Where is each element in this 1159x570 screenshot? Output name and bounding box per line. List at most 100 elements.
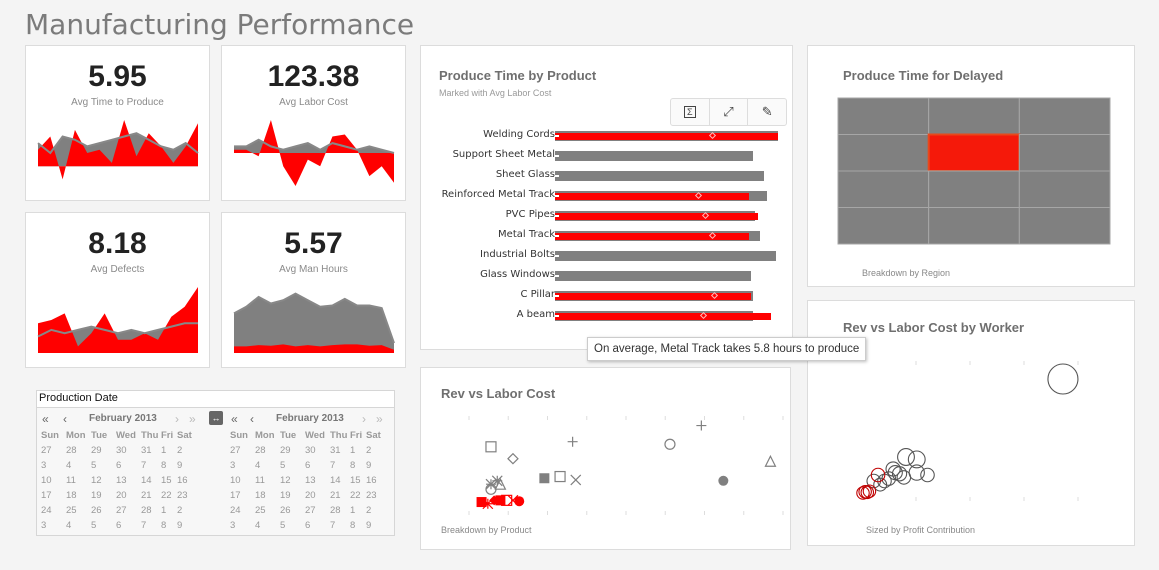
bar-row[interactable]: Metal Track bbox=[421, 229, 794, 242]
calendar-day[interactable]: 5 bbox=[278, 518, 303, 533]
calendar-day[interactable]: 3 bbox=[39, 458, 64, 473]
calendar-day[interactable]: 4 bbox=[64, 458, 89, 473]
calendar-day[interactable]: 8 bbox=[159, 518, 175, 533]
bar-produce-time[interactable] bbox=[555, 171, 765, 181]
calendar-day[interactable]: 21 bbox=[139, 488, 159, 503]
calendar-day[interactable]: 21 bbox=[328, 488, 348, 503]
calendar-day[interactable]: 2 bbox=[175, 503, 197, 518]
calendar-day[interactable]: 27 bbox=[228, 443, 253, 458]
calendar-day[interactable]: 8 bbox=[348, 458, 364, 473]
calendar-day[interactable]: 5 bbox=[278, 458, 303, 473]
summary-button[interactable]: Σ bbox=[671, 99, 710, 125]
calendar-day[interactable]: 22 bbox=[348, 488, 364, 503]
calendar-day[interactable]: 26 bbox=[278, 503, 303, 518]
calendar-day[interactable]: 8 bbox=[159, 458, 175, 473]
bar-row[interactable]: Industrial Bolts bbox=[421, 249, 794, 262]
bar-produce-time[interactable] bbox=[555, 271, 751, 281]
calendar-day[interactable]: 9 bbox=[364, 518, 386, 533]
production-date-calendar[interactable]: Production Date « ‹ February 2013 › » Su… bbox=[36, 390, 395, 536]
calendar-day[interactable]: 28 bbox=[139, 503, 159, 518]
calendar-day[interactable]: 3 bbox=[228, 458, 253, 473]
calendar-day[interactable]: 16 bbox=[364, 473, 386, 488]
calendar-day[interactable]: 4 bbox=[64, 518, 89, 533]
calendar-day[interactable]: 25 bbox=[253, 503, 278, 518]
calendar-day[interactable]: 23 bbox=[175, 488, 197, 503]
bar-delayed[interactable] bbox=[555, 293, 751, 300]
calendar-day[interactable]: 9 bbox=[364, 458, 386, 473]
bar-row[interactable]: C Pillar bbox=[421, 289, 794, 302]
bar-produce-time[interactable] bbox=[555, 151, 753, 161]
calendar-day[interactable]: 19 bbox=[278, 488, 303, 503]
bar-delayed[interactable] bbox=[555, 313, 771, 320]
bar-delayed[interactable] bbox=[555, 133, 778, 140]
calendar-day[interactable]: 1 bbox=[159, 443, 175, 458]
calendar-day[interactable]: 31 bbox=[328, 443, 348, 458]
calendar-day[interactable]: 3 bbox=[228, 518, 253, 533]
bar-row[interactable]: A beam bbox=[421, 309, 794, 322]
calendar-day[interactable]: 20 bbox=[303, 488, 328, 503]
calendar-day[interactable]: 1 bbox=[348, 443, 364, 458]
next-month-button[interactable]: › bbox=[175, 412, 179, 426]
calendar-day[interactable]: 31 bbox=[139, 443, 159, 458]
bar-row[interactable]: PVC Pipes bbox=[421, 209, 794, 222]
calendar-day[interactable]: 2 bbox=[364, 503, 386, 518]
prev-month-button[interactable]: ‹ bbox=[63, 412, 67, 426]
calendar-day[interactable]: 27 bbox=[39, 443, 64, 458]
calendar-day[interactable]: 11 bbox=[253, 473, 278, 488]
calendar-day[interactable]: 12 bbox=[278, 473, 303, 488]
edit-button[interactable]: ✎ bbox=[748, 99, 786, 125]
bar-delayed[interactable] bbox=[555, 233, 749, 240]
calendar-day[interactable]: 13 bbox=[303, 473, 328, 488]
calendar-day[interactable]: 14 bbox=[139, 473, 159, 488]
calendar-day[interactable]: 28 bbox=[64, 443, 89, 458]
calendar-day[interactable]: 6 bbox=[114, 518, 139, 533]
bar-row[interactable]: Welding Cords bbox=[421, 129, 794, 142]
calendar-day[interactable]: 15 bbox=[348, 473, 364, 488]
kpi-avg-defects[interactable]: 8.18 Avg Defects bbox=[25, 212, 210, 368]
bar-row[interactable]: Reinforced Metal Track bbox=[421, 189, 794, 202]
calendar-day[interactable]: 6 bbox=[303, 458, 328, 473]
calendar-day[interactable]: 6 bbox=[303, 518, 328, 533]
calendar-day[interactable]: 17 bbox=[39, 488, 64, 503]
expand-button[interactable]: ⤢ bbox=[710, 99, 749, 125]
calendar-day[interactable]: 10 bbox=[228, 473, 253, 488]
calendar-day[interactable]: 5 bbox=[89, 458, 114, 473]
calendar-day[interactable]: 12 bbox=[89, 473, 114, 488]
calendar-day[interactable]: 20 bbox=[114, 488, 139, 503]
first-month-button[interactable]: « bbox=[231, 412, 238, 426]
calendar-day[interactable]: 24 bbox=[228, 503, 253, 518]
calendar-day[interactable]: 7 bbox=[139, 458, 159, 473]
calendar-range-icon[interactable]: ↔ bbox=[209, 411, 223, 425]
calendar-day[interactable]: 7 bbox=[328, 458, 348, 473]
calendar-day[interactable]: 19 bbox=[89, 488, 114, 503]
calendar-day[interactable]: 2 bbox=[364, 443, 386, 458]
calendar-day[interactable]: 18 bbox=[64, 488, 89, 503]
calendar-day[interactable]: 27 bbox=[303, 503, 328, 518]
calendar-day[interactable]: 23 bbox=[364, 488, 386, 503]
calendar-day[interactable]: 7 bbox=[328, 518, 348, 533]
last-month-button[interactable]: » bbox=[376, 412, 383, 426]
calendar-day[interactable]: 5 bbox=[89, 518, 114, 533]
bar-row[interactable]: Glass Windows bbox=[421, 269, 794, 282]
calendar-day[interactable]: 15 bbox=[159, 473, 175, 488]
last-month-button[interactable]: » bbox=[189, 412, 196, 426]
calendar-day[interactable]: 27 bbox=[114, 503, 139, 518]
calendar-day[interactable]: 26 bbox=[89, 503, 114, 518]
calendar-day[interactable]: 8 bbox=[348, 518, 364, 533]
calendar-day[interactable]: 2 bbox=[175, 443, 197, 458]
calendar-day[interactable]: 28 bbox=[253, 443, 278, 458]
calendar-day[interactable]: 14 bbox=[328, 473, 348, 488]
calendar-day[interactable]: 25 bbox=[64, 503, 89, 518]
bar-delayed[interactable] bbox=[555, 213, 758, 220]
calendar-day[interactable]: 30 bbox=[114, 443, 139, 458]
calendar-day[interactable]: 30 bbox=[303, 443, 328, 458]
calendar-day[interactable]: 17 bbox=[228, 488, 253, 503]
calendar-day[interactable]: 6 bbox=[114, 458, 139, 473]
prev-month-button[interactable]: ‹ bbox=[250, 412, 254, 426]
kpi-avg-time-to-produce[interactable]: 5.95 Avg Time to Produce bbox=[25, 45, 210, 201]
calendar-day[interactable]: 9 bbox=[175, 458, 197, 473]
calendar-day[interactable]: 22 bbox=[159, 488, 175, 503]
calendar-day[interactable]: 13 bbox=[114, 473, 139, 488]
calendar-day[interactable]: 29 bbox=[278, 443, 303, 458]
calendar-day[interactable]: 4 bbox=[253, 518, 278, 533]
